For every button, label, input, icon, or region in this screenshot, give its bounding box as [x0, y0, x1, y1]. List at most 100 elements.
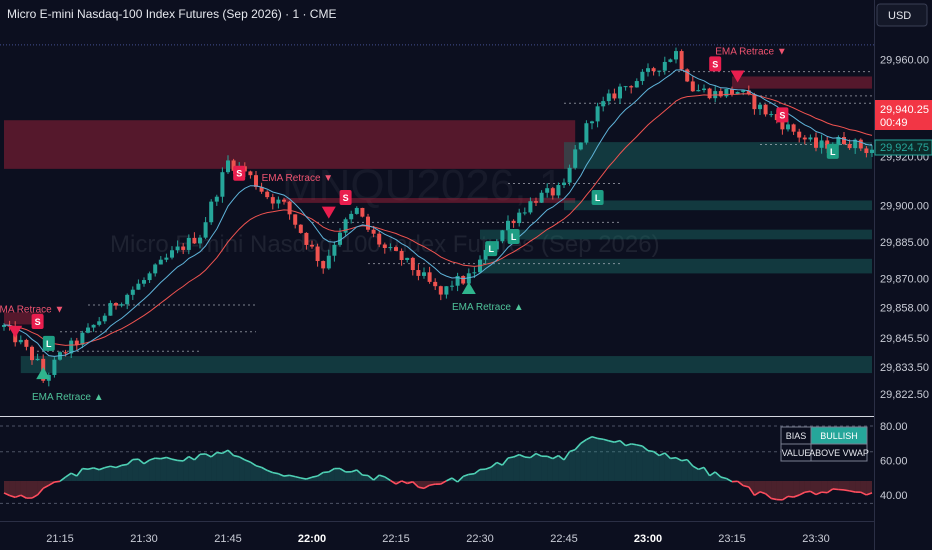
candle-body [388, 247, 393, 249]
osc-tick-label: 80.00 [880, 421, 908, 433]
candle-body [270, 197, 275, 204]
osc-fill [676, 457, 682, 482]
ema-retrace-label: EMA Retrace ▲ [452, 302, 524, 313]
osc-fill [519, 454, 525, 482]
osc-fill [82, 468, 88, 482]
candle-body [142, 280, 146, 284]
osc-tick-label: 60.00 [880, 455, 908, 467]
candle-body [550, 188, 555, 196]
candle-body [427, 272, 432, 282]
time-tick-label: 22:45 [550, 533, 578, 545]
candle-body [136, 283, 141, 290]
ema-retrace-label: EMA Retrace ▼ [262, 173, 334, 184]
candle-body [814, 137, 818, 148]
candle-body [545, 188, 550, 193]
zone-demand-7 [480, 229, 872, 240]
candle-body [438, 286, 443, 295]
candle-body [354, 207, 359, 214]
osc-line [821, 491, 828, 494]
osc-fill [648, 450, 654, 482]
candle-body [758, 104, 762, 110]
candle-body [164, 257, 169, 260]
osc-fill [552, 455, 559, 482]
candle-body [601, 101, 606, 107]
candle-body [741, 90, 746, 92]
price-tick-label: 29,960.00 [880, 54, 929, 66]
osc-fill [104, 466, 111, 482]
bias-value: BULLISH [820, 431, 858, 441]
osc-fill [121, 464, 128, 482]
candle-body [63, 352, 68, 354]
osc-line [787, 495, 794, 498]
osc-line [283, 474, 290, 477]
osc-fill [508, 456, 514, 482]
osc-fill [480, 469, 486, 482]
candle-body [130, 289, 135, 295]
osc-fill [681, 459, 688, 482]
candle-body [170, 250, 174, 258]
candle-body [707, 88, 712, 99]
candle-body [326, 255, 331, 269]
time-tick-label: 23:30 [802, 533, 830, 545]
last-price-label: 29,940.25 [880, 104, 929, 116]
osc-fill [636, 444, 643, 482]
osc-fill [788, 481, 794, 498]
price-tick-label: 29,822.50 [880, 389, 929, 401]
osc-fill [334, 468, 340, 482]
candle-body [377, 233, 382, 245]
osc-fill [580, 439, 587, 482]
bar-countdown-label: 00:49 [880, 117, 908, 129]
price-tick-label: 29,885.00 [880, 237, 929, 249]
candle-body [674, 51, 678, 60]
osc-fill [620, 440, 626, 482]
chart-canvas[interactable]: Micro E-mini Nasdaq-100 Index Futures (S… [0, 0, 932, 550]
osc-fill [804, 481, 811, 493]
time-tick-label: 21:15 [46, 533, 74, 545]
candle-body [556, 185, 561, 196]
time-tick-label: 23:00 [634, 533, 662, 545]
candle-body [382, 244, 387, 248]
signal-label: L [595, 193, 601, 203]
candle-body [91, 324, 96, 328]
candle-body [86, 327, 90, 333]
osc-fill [659, 452, 665, 482]
candle-body [618, 86, 622, 99]
osc-fill [832, 481, 839, 490]
osc-line [54, 480, 61, 483]
osc-line [300, 477, 307, 480]
candle-body [265, 191, 270, 198]
osc-fill [216, 452, 223, 482]
osc-line [323, 471, 329, 474]
candle-body [461, 276, 466, 284]
osc-fill [524, 457, 531, 482]
ema-retrace-label: EMA Retrace ▼ [715, 47, 787, 58]
candle-body [153, 264, 158, 274]
candle-body [500, 230, 505, 242]
candle-body [410, 257, 415, 271]
candle-body [690, 81, 695, 92]
zone-demand-6 [564, 200, 872, 211]
candle-body [102, 315, 107, 322]
candle-body [870, 149, 874, 153]
candle-body [567, 167, 572, 183]
osc-line [121, 463, 128, 467]
candle-body [472, 272, 477, 274]
osc-line [82, 467, 89, 470]
candle-body [646, 68, 650, 72]
osc-fill [586, 436, 592, 482]
candle-body [696, 90, 701, 92]
candle-body [181, 246, 186, 250]
osc-line [670, 456, 677, 460]
candle-body [858, 139, 863, 149]
currency-label: USD [888, 10, 911, 22]
candle-body [769, 114, 774, 116]
chart-title: Micro E-mini Nasdaq-100 Index Futures (S… [7, 7, 336, 21]
candle-body [819, 140, 824, 148]
osc-fill [838, 481, 844, 490]
candle-body [287, 201, 292, 215]
candle-body [444, 286, 449, 295]
osc-line [216, 451, 223, 455]
candle-body [416, 270, 421, 276]
candle-body [791, 124, 796, 132]
time-tick-label: 22:30 [466, 533, 494, 545]
